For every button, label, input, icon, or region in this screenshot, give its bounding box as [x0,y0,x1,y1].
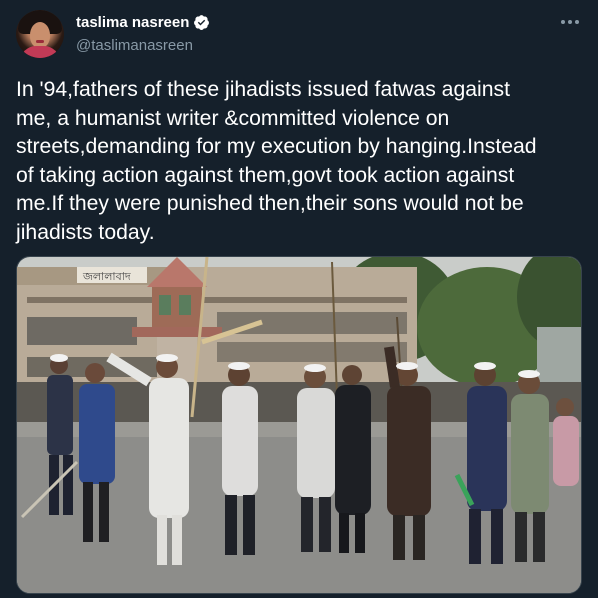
building-sign-text: জলালাবাদ [82,270,131,283]
avatar-lips [36,40,44,43]
tweet-text: In '94,fathers of these jihadists issued… [16,78,537,244]
tweet-card: taslima nasreen @taslimanasreen In '94,f… [0,0,598,598]
author-handle[interactable]: @taslimanasreen [76,37,193,54]
author-name-row: taslima nasreen [76,14,210,31]
verified-badge-icon [193,14,210,31]
avatar-shoulders [20,46,60,58]
avatar-face [30,22,50,48]
author-display-name[interactable]: taslima nasreen [76,14,189,31]
tweet-photo[interactable]: জলালাবাদ [16,256,582,594]
more-horizontal-icon[interactable] [556,10,584,34]
author-avatar[interactable] [16,10,64,58]
